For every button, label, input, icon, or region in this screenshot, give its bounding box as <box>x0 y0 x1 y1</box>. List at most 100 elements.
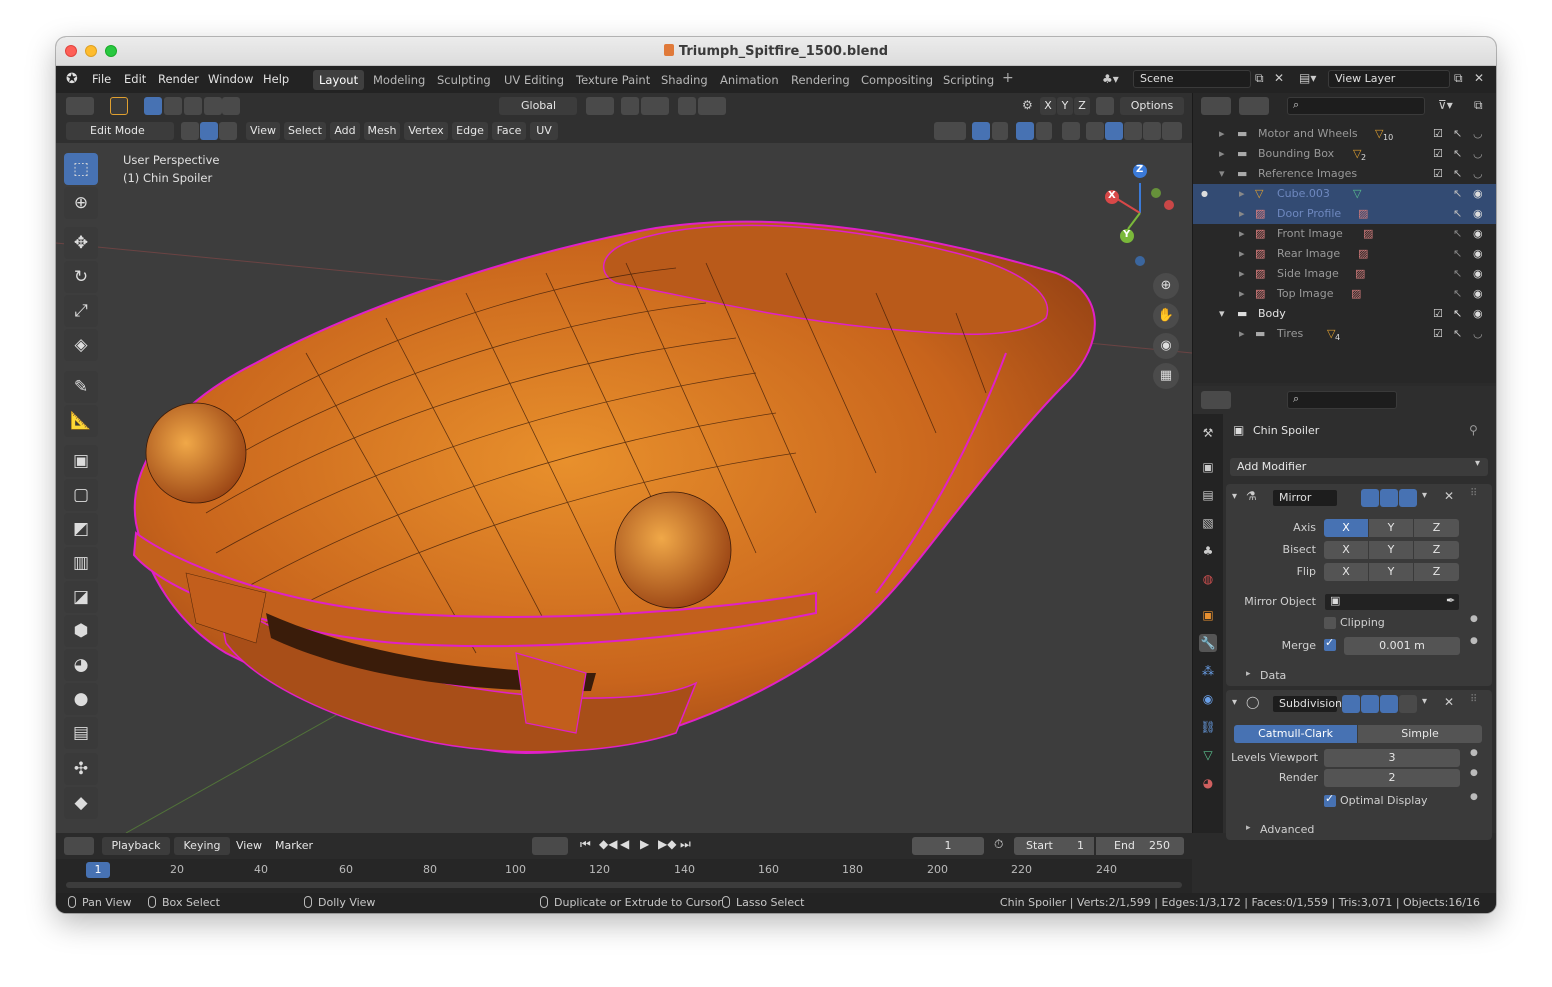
pin-icon[interactable]: ⚲ <box>1469 423 1478 437</box>
shear-tool-icon[interactable]: ◆ <box>64 787 98 819</box>
shrink-fatten-tool-icon[interactable]: ✣ <box>64 753 98 785</box>
viewport-toggle-icon[interactable] <box>1380 489 1398 507</box>
menu-edit[interactable]: Edit <box>124 72 146 86</box>
proportional-edit-icon[interactable] <box>678 97 696 115</box>
select-extend-icon[interactable] <box>164 97 182 115</box>
scene-tab-icon[interactable]: ♣ <box>1199 542 1217 560</box>
eye-icon[interactable]: ◉ <box>1473 244 1483 264</box>
menu-uv[interactable]: UV <box>530 122 558 140</box>
animate-dot-icon[interactable]: ● <box>1470 748 1478 758</box>
selectable-icon[interactable]: ↖ <box>1453 244 1462 264</box>
outliner-row-body[interactable]: ▾ ▬ Body ☑ ↖ ◉ <box>1193 304 1496 324</box>
minimize-window-button[interactable] <box>85 45 97 57</box>
collapse-icon[interactable]: ▾ <box>1232 491 1237 502</box>
perspective-toggle-icon[interactable]: ▦ <box>1153 363 1179 389</box>
scale-tool-icon[interactable]: ⤢ <box>64 295 98 327</box>
stopwatch-icon[interactable]: ⏱ <box>994 837 1003 852</box>
playhead-frame[interactable]: 1 <box>86 862 110 878</box>
select-new-icon[interactable] <box>144 97 162 115</box>
3d-viewport[interactable]: Z X Y Global ⚙ X Y Z Options Edit Mode V… <box>56 93 1192 833</box>
chevron-down-icon[interactable]: ▾ <box>1422 490 1427 501</box>
blender-logo-icon[interactable]: ✪ <box>66 71 78 87</box>
expand-icon[interactable]: ▸ <box>1219 144 1225 164</box>
outliner-row-rear[interactable]: ▸ ▨ Rear Image ▨ ↖ ◉ <box>1193 244 1496 264</box>
next-keyframe-icon[interactable]: ▶◆ <box>658 837 676 851</box>
selectable-icon[interactable]: ↖ <box>1453 184 1462 204</box>
tab-shading[interactable]: Shading <box>655 70 714 90</box>
hidden-eye-icon[interactable]: ◡ <box>1473 124 1483 144</box>
face-select-icon[interactable] <box>219 122 237 140</box>
pivot-point-icon[interactable] <box>586 97 614 115</box>
eye-icon[interactable]: ◉ <box>1473 304 1483 324</box>
selectable-icon[interactable]: ↖ <box>1453 224 1462 244</box>
snap-target-icon[interactable] <box>641 97 669 115</box>
edit-mode-toggle-icon[interactable] <box>1361 695 1379 713</box>
edge-slide-tool-icon[interactable]: ▤ <box>64 717 98 749</box>
world-tab-icon[interactable]: ◍ <box>1199 570 1217 588</box>
rendered-shading-icon[interactable] <box>1143 122 1161 140</box>
animate-dot-icon[interactable]: ● <box>1470 768 1478 778</box>
simple-button[interactable]: Simple <box>1358 725 1482 743</box>
jump-end-icon[interactable]: ⏭ <box>680 837 691 852</box>
flip-x-button[interactable]: X <box>1324 563 1368 581</box>
menu-vertex[interactable]: Vertex <box>404 122 448 140</box>
selectable-icon[interactable]: ↖ <box>1453 144 1462 164</box>
drag-handle-icon[interactable]: ⠿ <box>1470 694 1477 705</box>
loop-cut-tool-icon[interactable]: ▥ <box>64 547 98 579</box>
animate-dot-icon[interactable]: ● <box>1470 636 1478 646</box>
catmull-clark-button[interactable]: Catmull-Clark <box>1234 725 1357 743</box>
animate-dot-icon[interactable]: ● <box>1470 792 1478 802</box>
data-tab-icon[interactable]: ▽ <box>1199 746 1217 764</box>
selectable-icon[interactable]: ↖ <box>1453 324 1462 344</box>
subdivision-name-field[interactable]: Subdivision <box>1272 695 1342 713</box>
transform-orientation-dropdown[interactable]: Global <box>499 97 577 115</box>
constraints-tab-icon[interactable]: ⛓ <box>1199 718 1217 736</box>
menu-mesh[interactable]: Mesh <box>364 122 400 140</box>
eyedropper-icon[interactable]: ✒ <box>1446 594 1455 607</box>
xray-toggle-icon[interactable] <box>1062 122 1080 140</box>
bevel-tool-icon[interactable]: ◩ <box>64 513 98 545</box>
jump-start-icon[interactable]: ⏮ <box>580 837 591 852</box>
bisect-x-button[interactable]: X <box>1324 541 1368 559</box>
view-layer-tab-icon[interactable]: ▧ <box>1199 514 1217 532</box>
expand-icon[interactable]: ▸ <box>1246 823 1251 833</box>
optimal-display-checkbox[interactable] <box>1324 792 1336 807</box>
knife-tool-icon[interactable]: ◪ <box>64 581 98 613</box>
cursor-tool-icon[interactable]: ⊕ <box>64 187 98 219</box>
expand-icon[interactable]: ▸ <box>1239 324 1245 344</box>
render-levels-field[interactable]: 2 <box>1324 769 1460 787</box>
exclude-checkbox-icon[interactable]: ☑ <box>1433 324 1443 344</box>
flip-y-button[interactable]: Y <box>1369 563 1413 581</box>
gizmo-dropdown-icon[interactable] <box>992 122 1008 140</box>
object-tab-icon[interactable]: ▣ <box>1199 606 1217 624</box>
axis-y-button[interactable]: Y <box>1369 519 1413 537</box>
transform-tool-icon[interactable]: ◈ <box>64 329 98 361</box>
pan-view-icon[interactable]: ✋ <box>1153 303 1179 329</box>
edit-mode-toggle-icon[interactable] <box>1361 489 1379 507</box>
record-keyframe-icon[interactable] <box>532 837 568 855</box>
expand-icon[interactable]: ▸ <box>1239 264 1245 284</box>
outliner-search-input[interactable] <box>1287 97 1425 115</box>
bisect-z-button[interactable]: Z <box>1414 541 1459 559</box>
poly-build-tool-icon[interactable]: ⬢ <box>64 615 98 647</box>
timeline-view-menu[interactable]: View <box>234 837 264 855</box>
material-tab-icon[interactable]: ◕ <box>1199 774 1217 792</box>
wireframe-shading-icon[interactable] <box>1086 122 1104 140</box>
selectable-icon[interactable]: ↖ <box>1453 264 1462 284</box>
select-invert-icon[interactable] <box>222 97 240 115</box>
tool-tab-icon[interactable]: ⚒ <box>1199 424 1217 442</box>
menu-face[interactable]: Face <box>492 122 526 140</box>
axis-z-button[interactable]: Z <box>1414 519 1459 537</box>
menu-file[interactable]: File <box>92 72 111 86</box>
exclude-checkbox-icon[interactable]: ☑ <box>1433 164 1443 184</box>
expand-icon[interactable]: ▸ <box>1239 204 1245 224</box>
expand-icon[interactable]: ▸ <box>1239 284 1245 304</box>
render-toggle-icon[interactable] <box>1399 695 1417 713</box>
delete-scene-icon[interactable]: ✕ <box>1274 71 1284 85</box>
exclude-checkbox-icon[interactable]: ☑ <box>1433 124 1443 144</box>
prev-keyframe-icon[interactable]: ◆◀ <box>599 837 617 851</box>
eye-icon[interactable]: ◉ <box>1473 204 1483 224</box>
selectable-icon[interactable]: ↖ <box>1453 124 1462 144</box>
selectable-icon[interactable]: ↖ <box>1453 204 1462 224</box>
visibility-icon[interactable] <box>934 122 966 140</box>
